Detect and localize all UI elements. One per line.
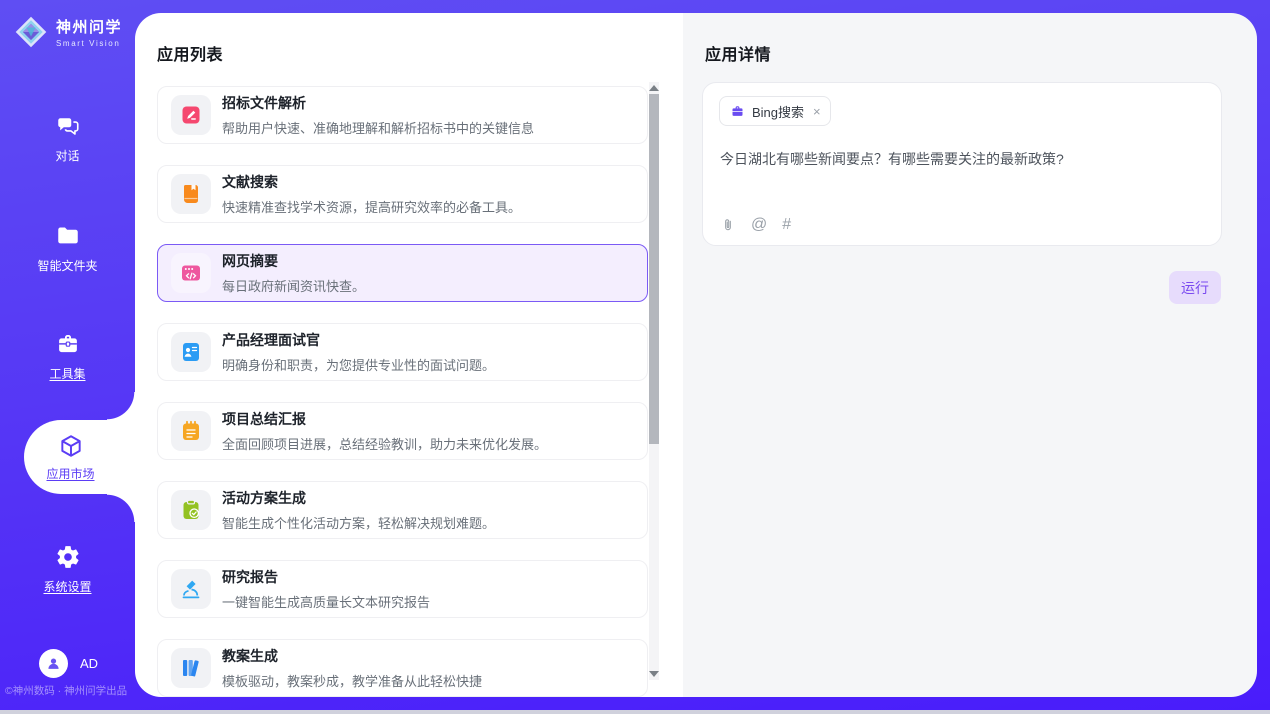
interviewer-icon: [179, 340, 203, 364]
query-card: Bing搜索 × 今日湖北有哪些新闻要点？有哪些需要关注的最新政策? @#: [702, 82, 1222, 246]
sidebar-item-cube[interactable]: 应用市场: [24, 420, 135, 494]
brand-subtitle: Smart Vision: [56, 39, 122, 48]
tool-chip[interactable]: Bing搜索 ×: [719, 96, 831, 126]
app-list-item[interactable]: 产品经理面试官 明确身份和职责，为您提供专业性的面试问题。: [157, 323, 648, 381]
app-list-title: 应用列表: [157, 41, 223, 65]
app-detail-title: 应用详情: [705, 41, 771, 65]
app-description: 明确身份和职责，为您提供专业性的面试问题。: [222, 355, 495, 374]
app-list-panel: 应用列表 招标文件解析 帮助用户快速、准确地理解和解析招标书中的关键信息 文献搜…: [135, 13, 683, 697]
briefcase-icon: [730, 104, 745, 119]
main-content: 应用列表 招标文件解析 帮助用户快速、准确地理解和解析招标书中的关键信息 文献搜…: [135, 13, 1257, 697]
app-list: 招标文件解析 帮助用户快速、准确地理解和解析招标书中的关键信息 文献搜索 快速精…: [157, 86, 648, 697]
sidebar-item-toolbox[interactable]: 工具集: [0, 331, 135, 382]
app-list-item[interactable]: 活动方案生成 智能生成个性化活动方案，轻松解决规划难题。: [157, 481, 648, 539]
toolbox-icon: [55, 331, 81, 357]
user-initials: AD: [80, 656, 98, 671]
app-description: 模板驱动，教案秒成，教学准备从此轻松快捷: [222, 671, 482, 690]
brand-logo: 神州问学 Smart Vision: [13, 14, 122, 50]
brand-title: 神州问学: [56, 16, 122, 37]
chip-close-icon[interactable]: ×: [813, 104, 821, 119]
sidebar-item-chat[interactable]: 对话: [0, 113, 135, 164]
app-list-item[interactable]: 教案生成 模板驱动，教案秒成，教学准备从此轻松快捷: [157, 639, 648, 697]
tool-chip-label: Bing搜索: [752, 102, 804, 121]
scroll-down-arrow-icon[interactable]: [649, 671, 659, 677]
clipboard-check-icon: [179, 498, 203, 522]
app-description: 全面回顾项目进展，总结经验教训，助力未来优化发展。: [222, 434, 547, 453]
sidebar: 神州问学 Smart Vision 对话 智能文件夹 工具集 应用市场 系统设置…: [0, 0, 135, 714]
gear-icon: [55, 544, 81, 570]
sidebar-item-folder[interactable]: 智能文件夹: [0, 223, 135, 274]
app-name: 产品经理面试官: [222, 330, 495, 350]
sidebar-item-gear[interactable]: 系统设置: [0, 544, 135, 595]
app-name: 教案生成: [222, 646, 482, 666]
books-icon: [179, 656, 203, 680]
app-name: 项目总结汇报: [222, 409, 547, 429]
app-name: 招标文件解析: [222, 93, 534, 113]
browser-code-icon: [179, 261, 203, 285]
cube-icon: [58, 433, 84, 459]
scrollbar[interactable]: [649, 82, 659, 680]
composer-toolbar: @#: [720, 217, 791, 233]
book-icon: [179, 182, 203, 206]
mention-icon[interactable]: @: [751, 217, 767, 233]
app-description: 每日政府新闻资讯快查。: [222, 276, 365, 295]
scroll-up-arrow-icon[interactable]: [649, 85, 659, 91]
app-name: 网页摘要: [222, 251, 365, 271]
hashtag-icon[interactable]: #: [782, 217, 791, 233]
app-description: 快速精准查找学术资源，提高研究效率的必备工具。: [222, 197, 521, 216]
avatar: [39, 649, 68, 678]
edit-doc-icon: [179, 103, 203, 127]
app-description: 一键智能生成高质量长文本研究报告: [222, 592, 430, 611]
copyright-footer: ©神州数码 · 神州问学出品: [5, 683, 127, 698]
app-name: 研究报告: [222, 567, 430, 587]
app-list-item[interactable]: 网页摘要 每日政府新闻资讯快查。: [157, 244, 648, 302]
microscope-icon: [179, 577, 203, 601]
bottom-strip: [0, 710, 1270, 714]
run-button[interactable]: 运行: [1169, 271, 1221, 304]
app-list-item[interactable]: 文献搜索 快速精准查找学术资源，提高研究效率的必备工具。: [157, 165, 648, 223]
chat-icon: [55, 113, 81, 139]
folder-icon: [55, 223, 81, 249]
app-description: 帮助用户快速、准确地理解和解析招标书中的关键信息: [222, 118, 534, 137]
user-row[interactable]: AD: [39, 649, 98, 678]
app-name: 文献搜索: [222, 172, 521, 192]
gem-logo-icon: [13, 14, 49, 50]
query-input[interactable]: 今日湖北有哪些新闻要点？有哪些需要关注的最新政策?: [720, 149, 1205, 169]
app-list-item[interactable]: 项目总结汇报 全面回顾项目进展，总结经验教训，助力未来优化发展。: [157, 402, 648, 460]
app-list-item[interactable]: 招标文件解析 帮助用户快速、准确地理解和解析招标书中的关键信息: [157, 86, 648, 144]
paperclip-icon[interactable]: [720, 217, 736, 233]
notepad-icon: [179, 419, 203, 443]
app-list-item[interactable]: 研究报告 一键智能生成高质量长文本研究报告: [157, 560, 648, 618]
app-name: 活动方案生成: [222, 488, 495, 508]
app-description: 智能生成个性化活动方案，轻松解决规划难题。: [222, 513, 495, 532]
app-detail-panel: 应用详情 Bing搜索 × 今日湖北有哪些新闻要点？有哪些需要关注的最新政策? …: [683, 13, 1257, 697]
scrollbar-thumb[interactable]: [649, 94, 659, 444]
